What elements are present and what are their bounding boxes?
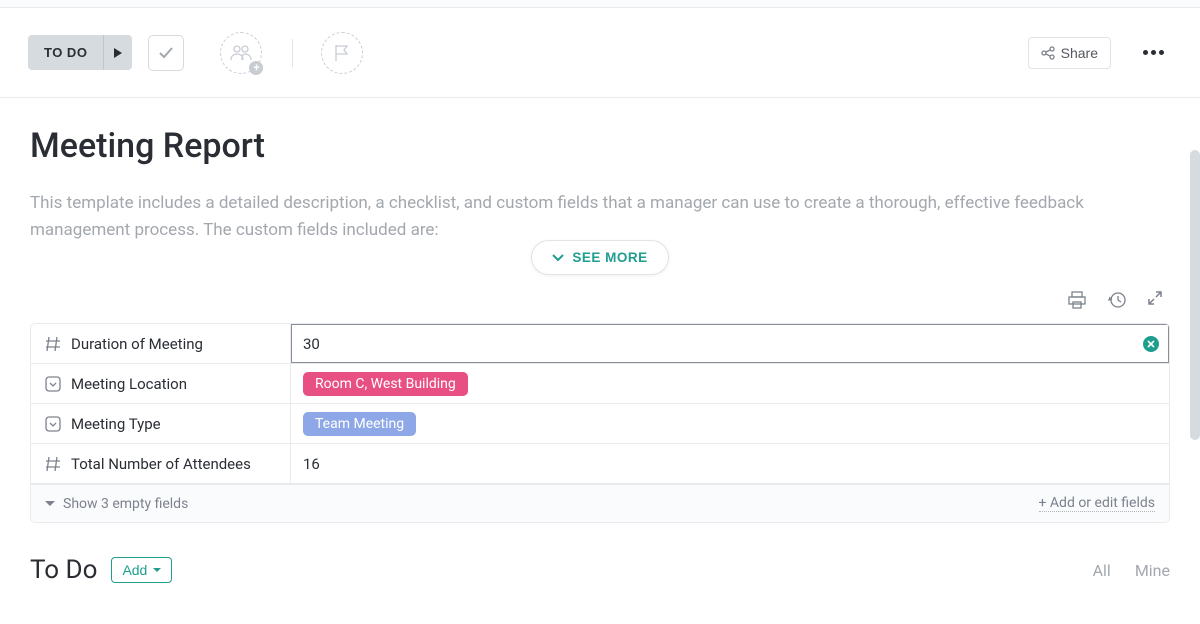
history-button[interactable] bbox=[1108, 291, 1126, 309]
priority-button[interactable] bbox=[321, 32, 363, 74]
share-label: Share bbox=[1061, 45, 1098, 61]
clear-value-button[interactable] bbox=[1143, 336, 1159, 352]
status-button[interactable]: TO DO bbox=[28, 35, 103, 70]
hash-icon bbox=[45, 336, 61, 352]
field-value[interactable]: Team Meeting bbox=[291, 404, 1169, 443]
hash-icon bbox=[45, 456, 61, 472]
description-text: This template includes a detailed descri… bbox=[30, 190, 1130, 244]
check-icon bbox=[158, 45, 174, 61]
plus-badge-icon: + bbox=[249, 61, 263, 75]
dropdown-icon bbox=[45, 376, 61, 392]
field-value[interactable]: 16 bbox=[291, 444, 1169, 483]
more-menu-button[interactable] bbox=[1135, 42, 1172, 63]
assignee-button[interactable]: + bbox=[220, 32, 262, 74]
add-todo-button[interactable]: Add bbox=[111, 557, 172, 583]
field-row-location[interactable]: Meeting Location Room C, West Building bbox=[31, 364, 1169, 404]
add-edit-fields-link[interactable]: + Add or edit fields bbox=[1039, 495, 1156, 512]
divider bbox=[292, 39, 293, 67]
custom-fields-table: Duration of Meeting 30 Meeting Location … bbox=[30, 323, 1170, 523]
field-row-type[interactable]: Meeting Type Team Meeting bbox=[31, 404, 1169, 444]
field-value[interactable]: Room C, West Building bbox=[291, 364, 1169, 403]
chevron-down-icon bbox=[552, 254, 564, 262]
field-label: Meeting Type bbox=[31, 404, 291, 443]
page-title: Meeting Report bbox=[30, 126, 1170, 166]
share-icon bbox=[1041, 46, 1055, 60]
tag-type: Team Meeting bbox=[303, 412, 416, 436]
status-selector[interactable]: TO DO bbox=[28, 35, 132, 70]
dropdown-icon bbox=[45, 416, 61, 432]
expand-button[interactable] bbox=[1148, 291, 1162, 309]
tab-all[interactable]: All bbox=[1093, 561, 1111, 580]
todo-section-title: To Do bbox=[30, 555, 97, 585]
field-label: Total Number of Attendees bbox=[31, 444, 291, 483]
complete-button[interactable] bbox=[148, 35, 184, 71]
see-more-button[interactable]: SEE MORE bbox=[531, 240, 668, 275]
play-icon bbox=[114, 48, 122, 58]
caret-down-icon bbox=[153, 568, 161, 573]
tag-location: Room C, West Building bbox=[303, 372, 468, 396]
field-row-attendees[interactable]: Total Number of Attendees 16 bbox=[31, 444, 1169, 484]
field-label: Duration of Meeting bbox=[31, 324, 291, 363]
x-icon bbox=[1147, 340, 1155, 348]
flag-icon bbox=[334, 44, 350, 62]
history-icon bbox=[1108, 291, 1126, 309]
status-next-button[interactable] bbox=[103, 35, 132, 70]
caret-down-icon bbox=[45, 501, 55, 507]
printer-icon bbox=[1068, 291, 1086, 309]
expand-icon bbox=[1148, 291, 1162, 305]
field-row-duration[interactable]: Duration of Meeting 30 bbox=[31, 324, 1169, 364]
scrollbar[interactable] bbox=[1190, 150, 1200, 440]
print-button[interactable] bbox=[1068, 291, 1086, 309]
field-value[interactable]: 30 bbox=[291, 324, 1169, 363]
tab-mine[interactable]: Mine bbox=[1135, 561, 1170, 580]
share-button[interactable]: Share bbox=[1028, 37, 1111, 69]
show-empty-fields-toggle[interactable]: Show 3 empty fields bbox=[45, 495, 188, 512]
people-icon bbox=[230, 45, 252, 61]
field-label: Meeting Location bbox=[31, 364, 291, 403]
